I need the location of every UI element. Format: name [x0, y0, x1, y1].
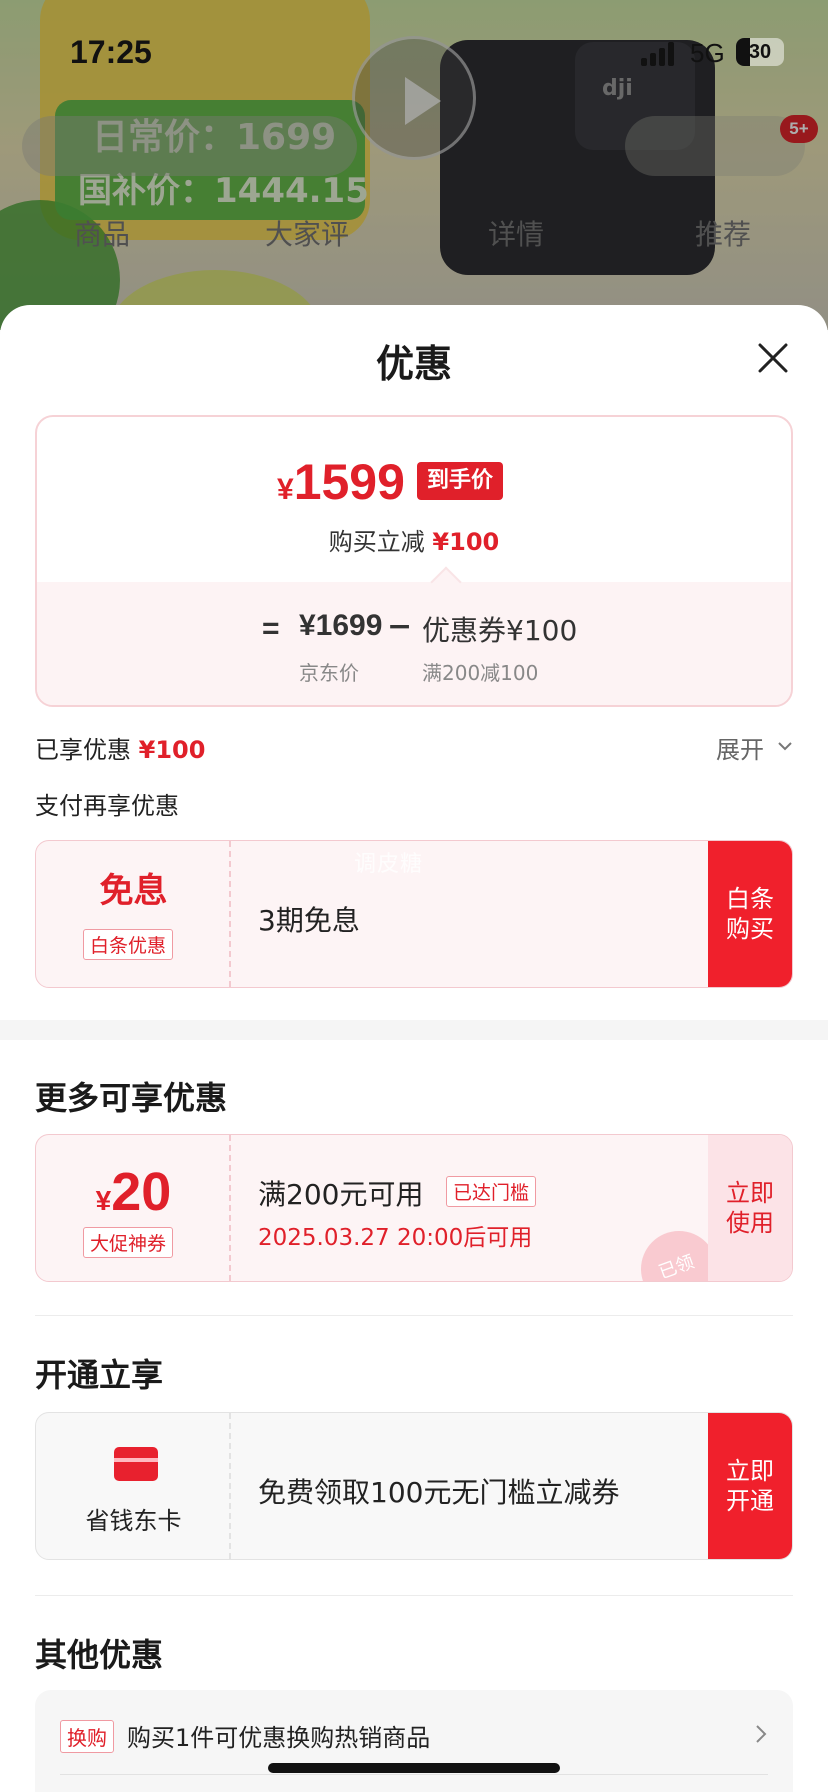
discount-sheet: 优惠 ¥1599 到手价 购买立减 ¥100 = ¥1699 − 优惠券¥100…	[0, 305, 828, 1792]
baitiao-buy-button[interactable]: 白条购买	[708, 841, 792, 987]
offer-left-panel: 免息 白条优惠	[36, 841, 231, 987]
equals-sign: =	[262, 612, 280, 645]
battery-icon: 30	[736, 38, 784, 66]
sheet-title: 优惠	[375, 342, 452, 386]
coupon-valid-time: 2025.03.27 20:00后可用	[258, 1225, 533, 1251]
section-divider	[0, 1020, 828, 1040]
enjoyed-label: 已享优惠	[35, 736, 131, 764]
price-breakdown	[37, 582, 791, 705]
card-name: 省钱东卡	[85, 1507, 182, 1535]
home-indicator[interactable]	[268, 1763, 560, 1773]
open-card-button[interactable]: 立即开通	[708, 1413, 792, 1559]
use-coupon-button[interactable]: 立即使用	[708, 1135, 792, 1281]
status-time: 17:25	[70, 34, 152, 70]
chevron-right-icon	[756, 1725, 767, 1743]
interest-free-offer: 免息 白条优惠 调皮糖 3期免息 白条购买	[35, 840, 793, 988]
trade-in-description: 购买1件可优惠换购热销商品	[127, 1724, 431, 1752]
currency-symbol: ¥	[95, 1185, 112, 1216]
final-price-value: 1599	[293, 454, 405, 510]
offer-title: 免息	[99, 871, 168, 911]
coupon-amount: ¥20	[36, 1161, 231, 1223]
threshold-met-badge: 已达门槛	[446, 1176, 537, 1207]
card-left-panel: 省钱东卡	[36, 1413, 231, 1559]
enjoyed-amount: ¥100	[138, 736, 206, 764]
price-summary-card: ¥1599 到手价 购买立减 ¥100 = ¥1699 − 优惠券¥100 京东…	[35, 415, 793, 707]
savings-card-offer: 省钱东卡 免费领取100元无门槛立减券 立即开通	[35, 1412, 793, 1560]
final-price: ¥1599	[277, 453, 405, 511]
network-label: 5G	[690, 38, 725, 68]
reduction-amount: ¥100	[432, 528, 500, 556]
instant-reduction: 购买立减 ¥100	[37, 522, 791, 557]
other-offers-heading: 其他优惠	[35, 1636, 164, 1674]
reduction-label: 购买立减	[328, 528, 425, 556]
card-offer-description: 免费领取100元无门槛立减券	[258, 1476, 620, 1509]
minus-sign: −	[387, 609, 413, 644]
base-price: ¥1699	[299, 609, 383, 642]
close-icon[interactable]	[756, 341, 790, 375]
trade-in-tag: 换购	[60, 1720, 114, 1753]
pay-more-label: 支付再享优惠	[35, 792, 179, 820]
divider	[35, 1315, 793, 1316]
coupon-left-panel: ¥20 大促神券	[36, 1135, 231, 1281]
coupon-amount-value: 20	[111, 1162, 172, 1222]
coupon-caption: 满200减100	[422, 661, 539, 685]
watermark: 调皮糖	[354, 852, 424, 877]
credit-card-icon	[114, 1447, 158, 1481]
coupon-condition: 满200元可用	[258, 1178, 424, 1211]
chevron-down-icon[interactable]	[776, 737, 794, 755]
enjoyed-discount: 已享优惠 ¥100	[35, 730, 205, 765]
coupon-offer: ¥20 大促神券 满200元可用 已达门槛 2025.03.27 20:00后可…	[35, 1134, 793, 1282]
row-divider	[60, 1774, 768, 1775]
battery-level: 30	[748, 41, 772, 63]
more-offers-heading: 更多可享优惠	[35, 1079, 228, 1117]
coupon-tag: 大促神券	[83, 1227, 174, 1258]
currency-symbol: ¥	[277, 473, 294, 506]
base-price-caption: 京东价	[299, 661, 359, 685]
expand-button[interactable]: 展开	[716, 730, 764, 765]
offer-description: 3期免息	[258, 904, 360, 937]
open-membership-heading: 开通立享	[35, 1356, 164, 1394]
signal-icon	[641, 42, 677, 66]
divider	[35, 1595, 793, 1596]
trade-in-offer-row[interactable]: 换购 购买1件可优惠换购热销商品	[35, 1690, 793, 1792]
coupon-deduction: 优惠券¥100	[422, 614, 578, 647]
final-price-badge: 到手价	[417, 462, 504, 500]
offer-tag: 白条优惠	[83, 929, 174, 960]
